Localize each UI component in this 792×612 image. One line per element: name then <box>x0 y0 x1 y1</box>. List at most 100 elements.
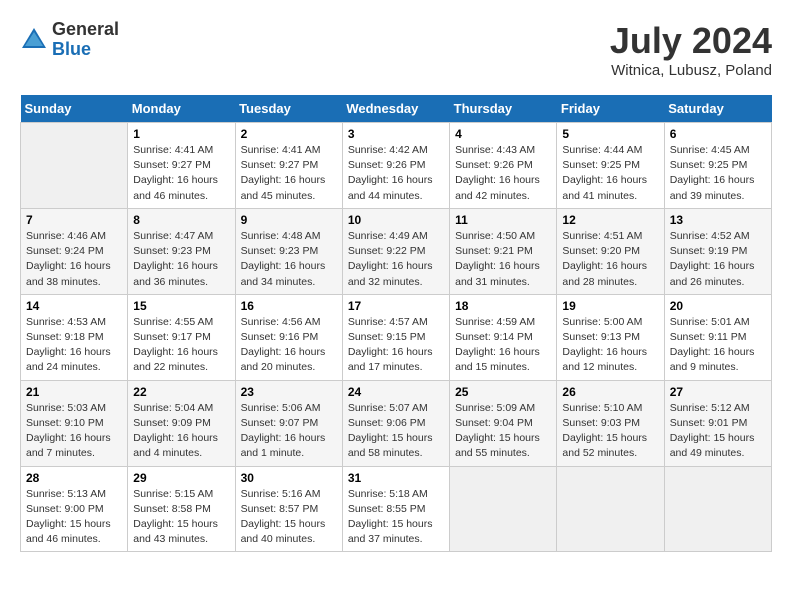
calendar-day-cell: 10 Sunrise: 4:49 AM Sunset: 9:22 PM Dayli… <box>342 208 449 294</box>
logo-blue-label: Blue <box>52 40 119 60</box>
logo-text: General Blue <box>52 20 119 60</box>
day-info: Sunrise: 4:42 AM Sunset: 9:26 PM Dayligh… <box>348 143 444 204</box>
day-number: 24 <box>348 385 444 399</box>
day-number: 14 <box>26 299 122 313</box>
day-info: Sunrise: 5:00 AM Sunset: 9:13 PM Dayligh… <box>562 315 658 376</box>
calendar-day-cell: 1 Sunrise: 4:41 AM Sunset: 9:27 PM Daylig… <box>128 123 235 209</box>
day-of-week-header: Saturday <box>664 95 771 123</box>
day-of-week-header: Wednesday <box>342 95 449 123</box>
day-info: Sunrise: 5:10 AM Sunset: 9:03 PM Dayligh… <box>562 401 658 462</box>
day-info: Sunrise: 5:12 AM Sunset: 9:01 PM Dayligh… <box>670 401 766 462</box>
day-of-week-header: Friday <box>557 95 664 123</box>
calendar-day-cell: 29 Sunrise: 5:15 AM Sunset: 8:58 PM Dayli… <box>128 466 235 552</box>
day-info: Sunrise: 4:41 AM Sunset: 9:27 PM Dayligh… <box>241 143 337 204</box>
day-number: 11 <box>455 213 551 227</box>
calendar-day-cell: 7 Sunrise: 4:46 AM Sunset: 9:24 PM Daylig… <box>21 208 128 294</box>
day-number: 10 <box>348 213 444 227</box>
calendar-day-cell: 22Sunrise: 5:04 AM Sunset: 9:09 PM Dayli… <box>128 380 235 466</box>
day-number: 15 <box>133 299 229 313</box>
day-number: 27 <box>670 385 766 399</box>
day-info: Sunrise: 4:44 AM Sunset: 9:25 PM Dayligh… <box>562 143 658 204</box>
calendar-day-cell: 4 Sunrise: 4:43 AM Sunset: 9:26 PM Daylig… <box>450 123 557 209</box>
day-info: Sunrise: 4:47 AM Sunset: 9:23 PM Dayligh… <box>133 229 229 290</box>
day-number: 5 <box>562 127 658 141</box>
calendar-day-cell: 15 Sunrise: 4:55 AM Sunset: 9:17 PM Dayli… <box>128 294 235 380</box>
calendar-day-cell: 14Sunrise: 4:53 AM Sunset: 9:18 PM Dayli… <box>21 294 128 380</box>
calendar-week-row: 7 Sunrise: 4:46 AM Sunset: 9:24 PM Daylig… <box>21 208 772 294</box>
day-number: 4 <box>455 127 551 141</box>
day-info: Sunrise: 5:03 AM Sunset: 9:10 PM Dayligh… <box>26 401 122 462</box>
day-number: 21 <box>26 385 122 399</box>
day-number: 1 <box>133 127 229 141</box>
page-header: General Blue July 2024 Witnica, Lubusz, … <box>20 20 772 79</box>
calendar-day-cell: 8Sunrise: 4:47 AM Sunset: 9:23 PM Daylig… <box>128 208 235 294</box>
day-number: 30 <box>241 471 337 485</box>
day-info: Sunrise: 4:51 AM Sunset: 9:20 PM Dayligh… <box>562 229 658 290</box>
day-info: Sunrise: 4:52 AM Sunset: 9:19 PM Dayligh… <box>670 229 766 290</box>
calendar-day-cell: 30 Sunrise: 5:16 AM Sunset: 8:57 PM Dayli… <box>235 466 342 552</box>
calendar-day-cell: 3 Sunrise: 4:42 AM Sunset: 9:26 PM Daylig… <box>342 123 449 209</box>
day-number: 22 <box>133 385 229 399</box>
calendar-day-cell <box>450 466 557 552</box>
day-info: Sunrise: 4:49 AM Sunset: 9:22 PM Dayligh… <box>348 229 444 290</box>
day-number: 23 <box>241 385 337 399</box>
calendar-day-cell: 18 Sunrise: 4:59 AM Sunset: 9:14 PM Dayli… <box>450 294 557 380</box>
calendar-day-cell: 5 Sunrise: 4:44 AM Sunset: 9:25 PM Daylig… <box>557 123 664 209</box>
day-number: 25 <box>455 385 551 399</box>
day-number: 7 <box>26 213 122 227</box>
day-info: Sunrise: 5:13 AM Sunset: 9:00 PM Dayligh… <box>26 487 122 548</box>
calendar-day-cell: 21 Sunrise: 5:03 AM Sunset: 9:10 PM Dayli… <box>21 380 128 466</box>
day-number: 16 <box>241 299 337 313</box>
logo: General Blue <box>20 20 119 60</box>
month-year-title: July 2024 <box>610 20 772 62</box>
calendar-day-cell <box>664 466 771 552</box>
calendar-day-cell: 12Sunrise: 4:51 AM Sunset: 9:20 PM Dayli… <box>557 208 664 294</box>
day-info: Sunrise: 4:41 AM Sunset: 9:27 PM Dayligh… <box>133 143 229 204</box>
day-info: Sunrise: 4:59 AM Sunset: 9:14 PM Dayligh… <box>455 315 551 376</box>
day-info: Sunrise: 5:18 AM Sunset: 8:55 PM Dayligh… <box>348 487 444 548</box>
day-info: Sunrise: 5:07 AM Sunset: 9:06 PM Dayligh… <box>348 401 444 462</box>
day-number: 29 <box>133 471 229 485</box>
day-info: Sunrise: 4:56 AM Sunset: 9:16 PM Dayligh… <box>241 315 337 376</box>
day-info: Sunrise: 5:06 AM Sunset: 9:07 PM Dayligh… <box>241 401 337 462</box>
day-number: 9 <box>241 213 337 227</box>
location-subtitle: Witnica, Lubusz, Poland <box>610 62 772 79</box>
day-info: Sunrise: 4:43 AM Sunset: 9:26 PM Dayligh… <box>455 143 551 204</box>
day-number: 31 <box>348 471 444 485</box>
day-info: Sunrise: 4:55 AM Sunset: 9:17 PM Dayligh… <box>133 315 229 376</box>
day-number: 6 <box>670 127 766 141</box>
calendar-day-cell <box>21 123 128 209</box>
calendar-day-cell: 6 Sunrise: 4:45 AM Sunset: 9:25 PM Daylig… <box>664 123 771 209</box>
day-number: 18 <box>455 299 551 313</box>
day-info: Sunrise: 5:16 AM Sunset: 8:57 PM Dayligh… <box>241 487 337 548</box>
calendar-week-row: 28Sunrise: 5:13 AM Sunset: 9:00 PM Dayli… <box>21 466 772 552</box>
calendar-week-row: 1 Sunrise: 4:41 AM Sunset: 9:27 PM Daylig… <box>21 123 772 209</box>
day-number: 19 <box>562 299 658 313</box>
day-of-week-header: Sunday <box>21 95 128 123</box>
day-info: Sunrise: 4:50 AM Sunset: 9:21 PM Dayligh… <box>455 229 551 290</box>
day-number: 20 <box>670 299 766 313</box>
day-info: Sunrise: 4:48 AM Sunset: 9:23 PM Dayligh… <box>241 229 337 290</box>
day-number: 13 <box>670 213 766 227</box>
calendar-table: SundayMondayTuesdayWednesdayThursdayFrid… <box>20 95 772 552</box>
day-number: 2 <box>241 127 337 141</box>
calendar-week-row: 14Sunrise: 4:53 AM Sunset: 9:18 PM Dayli… <box>21 294 772 380</box>
day-of-week-header: Thursday <box>450 95 557 123</box>
day-info: Sunrise: 4:45 AM Sunset: 9:25 PM Dayligh… <box>670 143 766 204</box>
calendar-day-cell: 11 Sunrise: 4:50 AM Sunset: 9:21 PM Dayli… <box>450 208 557 294</box>
calendar-day-cell: 19 Sunrise: 5:00 AM Sunset: 9:13 PM Dayli… <box>557 294 664 380</box>
day-number: 26 <box>562 385 658 399</box>
calendar-day-cell: 16 Sunrise: 4:56 AM Sunset: 9:16 PM Dayli… <box>235 294 342 380</box>
calendar-day-cell: 28Sunrise: 5:13 AM Sunset: 9:00 PM Dayli… <box>21 466 128 552</box>
calendar-week-row: 21 Sunrise: 5:03 AM Sunset: 9:10 PM Dayli… <box>21 380 772 466</box>
calendar-day-cell <box>557 466 664 552</box>
calendar-day-cell: 24 Sunrise: 5:07 AM Sunset: 9:06 PM Dayli… <box>342 380 449 466</box>
day-info: Sunrise: 5:15 AM Sunset: 8:58 PM Dayligh… <box>133 487 229 548</box>
day-info: Sunrise: 5:01 AM Sunset: 9:11 PM Dayligh… <box>670 315 766 376</box>
calendar-day-cell: 17Sunrise: 4:57 AM Sunset: 9:15 PM Dayli… <box>342 294 449 380</box>
calendar-day-cell: 9 Sunrise: 4:48 AM Sunset: 9:23 PM Daylig… <box>235 208 342 294</box>
calendar-day-cell: 20 Sunrise: 5:01 AM Sunset: 9:11 PM Dayli… <box>664 294 771 380</box>
day-info: Sunrise: 4:46 AM Sunset: 9:24 PM Dayligh… <box>26 229 122 290</box>
day-number: 3 <box>348 127 444 141</box>
calendar-day-cell: 23 Sunrise: 5:06 AM Sunset: 9:07 PM Dayli… <box>235 380 342 466</box>
